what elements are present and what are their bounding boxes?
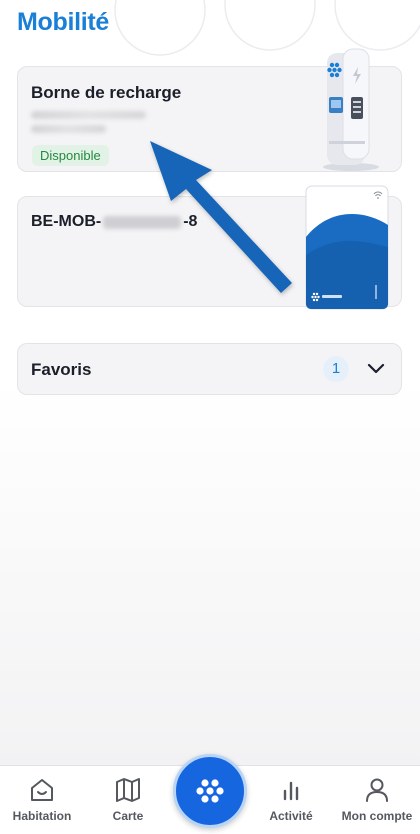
app-logo-icon <box>196 779 224 803</box>
charging-station-title: Borne de recharge <box>31 83 182 102</box>
tab-mon-compte-label: Mon compte <box>341 809 413 823</box>
user-icon <box>366 778 388 802</box>
mobility-card-illustration <box>305 185 389 310</box>
favorites-section[interactable]: Favoris 1 <box>17 343 402 395</box>
redacted-address <box>31 111 146 119</box>
card-id-prefix: BE-MOB- <box>31 213 102 230</box>
tab-habitation[interactable]: Habitation <box>0 766 84 834</box>
mobility-card-id: BE-MOB- -8 <box>31 213 197 231</box>
tab-activite-label: Activité <box>269 809 313 823</box>
chart-icon <box>283 781 299 801</box>
tab-activite[interactable]: Activité <box>249 766 333 834</box>
tab-habitation-label: Habitation <box>12 809 72 823</box>
home-icon <box>31 779 53 801</box>
tab-mon-compte[interactable]: Mon compte <box>335 766 419 834</box>
center-action-button[interactable] <box>173 754 247 828</box>
tab-carte[interactable]: Carte <box>86 766 170 834</box>
favorites-label: Favoris <box>31 360 92 379</box>
mobility-card[interactable]: BE-MOB- -8 <box>17 185 402 310</box>
card-id-suffix: -8 <box>183 213 198 230</box>
charging-station-illustration <box>323 48 379 171</box>
map-icon <box>116 778 140 802</box>
redacted-card-number <box>103 215 182 229</box>
tab-carte-label: Carte <box>112 809 144 823</box>
chevron-down-icon[interactable] <box>367 362 385 376</box>
redacted-address-line-2 <box>31 125 106 133</box>
charging-station-card[interactable]: Borne de recharge Disponible <box>17 48 402 172</box>
page-title: Mobilité <box>17 8 110 36</box>
status-badge: Disponible <box>32 145 109 166</box>
favorites-count-badge: 1 <box>323 356 349 382</box>
